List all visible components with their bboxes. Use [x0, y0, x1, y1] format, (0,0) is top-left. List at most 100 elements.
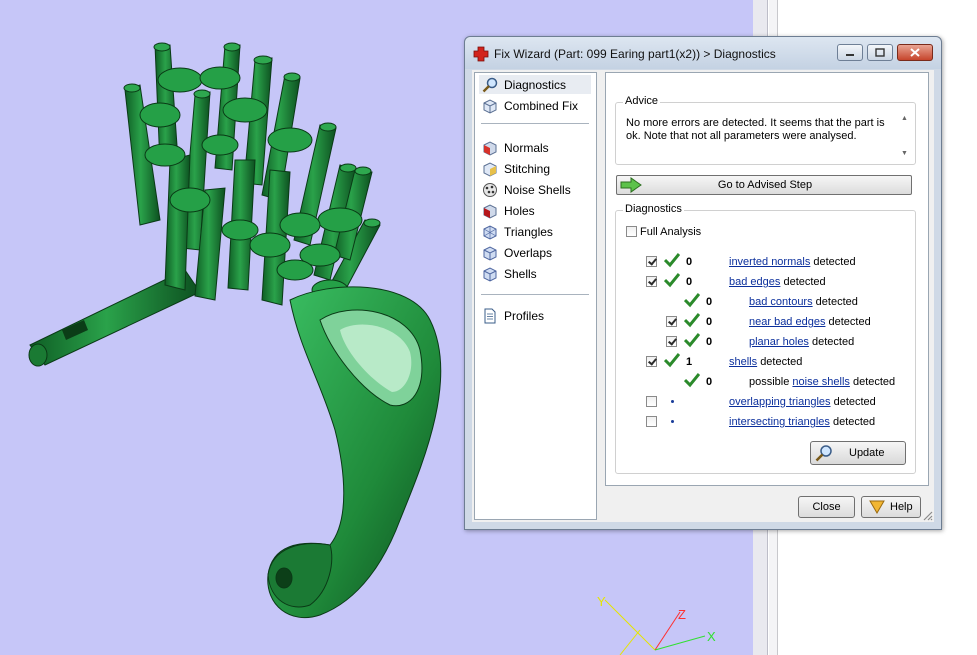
- axis-label-z: Z: [678, 607, 686, 622]
- bad-contours-row: bad contours detected: [749, 296, 858, 308]
- detected-text: detected: [828, 316, 871, 328]
- green-check-icon: [664, 253, 680, 268]
- overlapping-triangles-link[interactable]: overlapping triangles: [729, 396, 831, 408]
- magnifier-icon: [482, 77, 498, 93]
- near-bad-edges-row: near bad edges detected: [749, 316, 871, 328]
- noise-shells-row: possible noise shells detected: [749, 376, 895, 388]
- nav-label: Noise Shells: [504, 183, 571, 197]
- advice-group-label: Advice: [623, 95, 661, 107]
- inverted-normals-link[interactable]: inverted normals: [729, 256, 810, 268]
- shells-link[interactable]: shells: [729, 356, 757, 368]
- nav-label: Shells: [504, 267, 537, 281]
- detected-text: detected: [783, 276, 826, 288]
- close-window-button[interactable]: [897, 44, 933, 61]
- shells-checkbox[interactable]: [646, 356, 657, 367]
- noise-shells-link[interactable]: noise shells: [792, 376, 849, 388]
- maximize-button[interactable]: [867, 44, 893, 61]
- possible-text: possible: [749, 376, 793, 388]
- wizard-nav-panel: Diagnostics Combined Fix Normals Stitchi…: [474, 72, 597, 520]
- detected-text: detected: [813, 256, 856, 268]
- near-bad-edges-count: 0: [706, 316, 713, 328]
- title-bar[interactable]: Fix Wizard (Part: 099 Earing part1(x2)) …: [465, 37, 941, 69]
- nav-item-stitching[interactable]: Stitching: [479, 159, 591, 178]
- axis-label-x: X: [707, 629, 716, 644]
- shells-cube-icon: [483, 267, 497, 282]
- overlaps-cube-icon: [483, 246, 497, 261]
- overlapping-triangles-row: overlapping triangles detected: [729, 396, 876, 408]
- inverted-normals-checkbox[interactable]: [646, 256, 657, 267]
- intersecting-triangles-checkbox[interactable]: [646, 416, 657, 427]
- nav-item-triangles[interactable]: Triangles: [479, 222, 591, 241]
- magnifier-icon: [815, 445, 832, 462]
- nav-label: Combined Fix: [504, 99, 579, 113]
- nav-label: Normals: [504, 141, 549, 155]
- nav-label: Stitching: [504, 162, 551, 176]
- close-button[interactable]: Close: [798, 496, 855, 518]
- axis-label-y: Y: [597, 594, 606, 609]
- advised-step-label: Go to Advised Step: [717, 179, 813, 191]
- green-check-icon: [684, 373, 700, 388]
- near-bad-edges-checkbox[interactable]: [666, 316, 677, 327]
- advice-scrollbar[interactable]: ▲ ▼: [899, 115, 911, 157]
- nav-item-profiles[interactable]: Profiles: [479, 306, 591, 325]
- stitching-cube-icon: [483, 162, 497, 177]
- resize-grip-icon[interactable]: [921, 509, 933, 521]
- cube-icon: [483, 99, 497, 114]
- detected-text: detected: [833, 396, 876, 408]
- fix-wizard-dialog: Fix Wizard (Part: 099 Earing part1(x2)) …: [464, 36, 942, 530]
- nav-item-diagnostics[interactable]: Diagnostics: [479, 75, 591, 94]
- bad-edges-count: 0: [686, 276, 693, 288]
- detected-text: detected: [760, 356, 803, 368]
- green-check-icon: [684, 293, 700, 308]
- holes-cube-icon: [483, 204, 497, 219]
- bad-edges-link[interactable]: bad edges: [729, 276, 780, 288]
- overlapping-triangles-checkbox[interactable]: [646, 396, 657, 407]
- scroll-up-icon[interactable]: ▲: [901, 115, 908, 122]
- go-to-advised-step-button[interactable]: Go to Advised Step: [616, 175, 912, 195]
- shells-count: 1: [686, 356, 693, 368]
- nav-label: Overlaps: [504, 246, 553, 260]
- nav-separator: [481, 123, 589, 124]
- close-icon: [910, 48, 920, 57]
- bad-edges-checkbox[interactable]: [646, 276, 657, 287]
- scroll-down-icon[interactable]: ▼: [901, 150, 908, 157]
- planar-holes-checkbox[interactable]: [666, 336, 677, 347]
- nav-item-combined-fix[interactable]: Combined Fix: [479, 96, 591, 115]
- triangles-cube-icon: [483, 225, 497, 240]
- minimize-button[interactable]: [837, 44, 863, 61]
- bad-contours-link[interactable]: bad contours: [749, 296, 813, 308]
- help-triangle-icon: [869, 500, 885, 514]
- nav-label: Holes: [504, 204, 535, 218]
- nav-separator: [481, 294, 589, 295]
- green-check-icon: [664, 353, 680, 368]
- detected-text: detected: [812, 336, 855, 348]
- normals-cube-icon: [483, 141, 497, 156]
- noise-shells-icon: [483, 183, 497, 197]
- nav-label: Profiles: [504, 309, 545, 323]
- planar-holes-count: 0: [706, 336, 713, 348]
- planar-holes-link[interactable]: planar holes: [749, 336, 809, 348]
- nav-label: Diagnostics: [504, 78, 567, 92]
- help-button[interactable]: Help: [861, 496, 921, 518]
- detected-text: detected: [815, 296, 858, 308]
- green-check-icon: [664, 273, 680, 288]
- planar-holes-row: planar holes detected: [749, 336, 854, 348]
- near-bad-edges-link[interactable]: near bad edges: [749, 316, 825, 328]
- shells-row: shells detected: [729, 356, 802, 368]
- full-analysis-checkbox[interactable]: [626, 226, 637, 237]
- nav-item-noise-shells[interactable]: Noise Shells: [479, 180, 591, 199]
- bad-contours-count: 0: [706, 296, 713, 308]
- update-button[interactable]: Update: [810, 441, 906, 465]
- nav-item-holes[interactable]: Holes: [479, 201, 591, 220]
- nav-item-normals[interactable]: Normals: [479, 138, 591, 157]
- diagnostics-page: Advice No more errors are detected. It s…: [605, 72, 929, 486]
- green-check-icon: [684, 333, 700, 348]
- noise-shells-count: 0: [706, 376, 713, 388]
- nav-item-shells[interactable]: Shells: [479, 264, 591, 283]
- inverted-normals-row: inverted normals detected: [729, 256, 856, 268]
- intersecting-triangles-link[interactable]: intersecting triangles: [729, 416, 830, 428]
- nav-item-overlaps[interactable]: Overlaps: [479, 243, 591, 262]
- help-label: Help: [890, 501, 913, 513]
- update-label: Update: [849, 447, 885, 459]
- dialog-client: Diagnostics Combined Fix Normals Stitchi…: [472, 70, 934, 522]
